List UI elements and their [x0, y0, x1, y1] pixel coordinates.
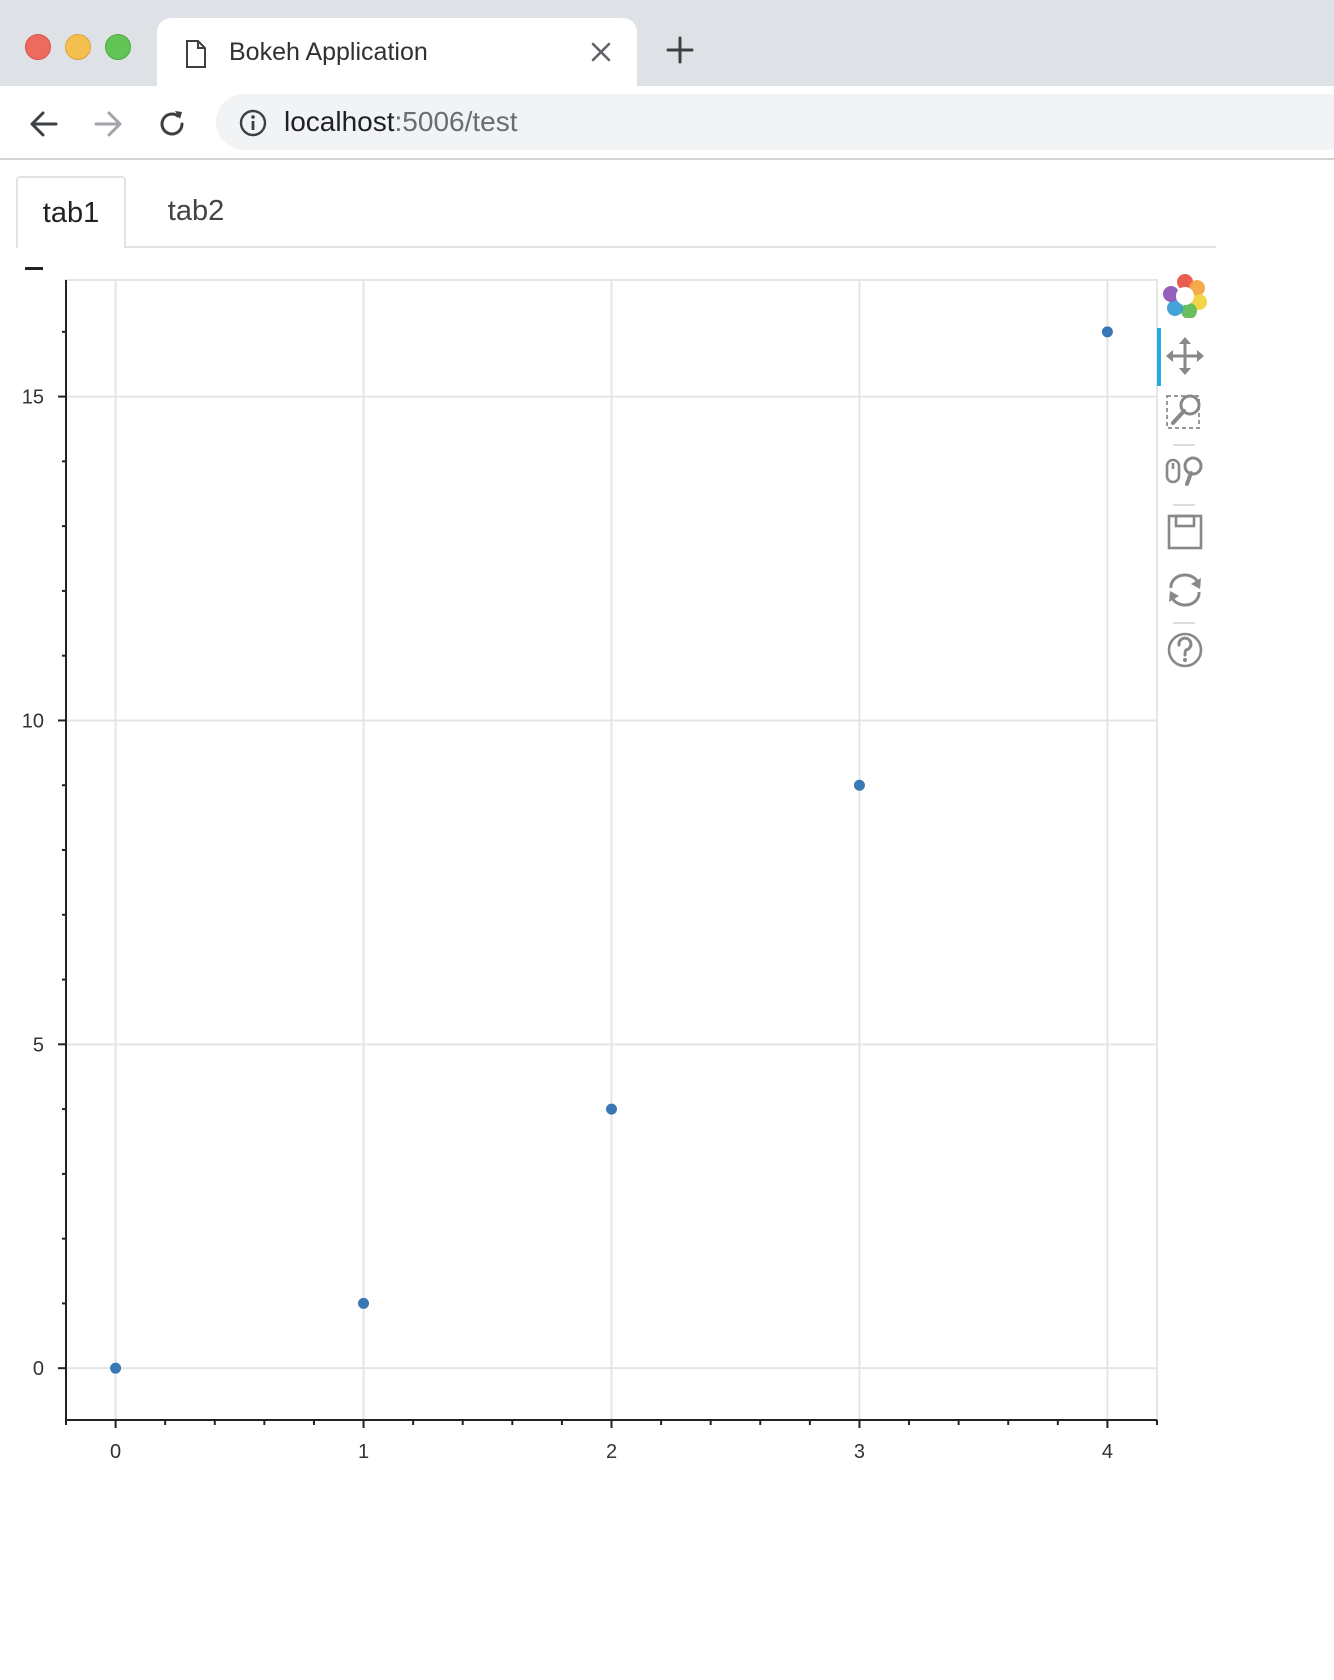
plot-axes: 0 5 10 15 0 1 2 3 4: [22, 280, 1158, 1463]
browser-title-bar: Bokeh Application: [0, 0, 1334, 88]
x-tick-label: 1: [358, 1441, 369, 1463]
x-tick-label: 4: [1102, 1441, 1113, 1463]
data-point: [853, 779, 865, 791]
scatter-plot[interactable]: 0 5 10 15 0 1 2 3 4: [0, 250, 1160, 1480]
save-icon: [1167, 514, 1203, 550]
y-tick-label: 5: [33, 1034, 44, 1056]
url-host: localhost: [284, 106, 395, 137]
bokeh-tab-bar: tab1 tab2: [16, 176, 1216, 248]
move-arrows-icon: [1166, 337, 1204, 375]
forward-arrow-icon[interactable]: [92, 108, 124, 140]
pan-tool-button[interactable]: [1163, 334, 1207, 378]
tab-title: Bokeh Application: [229, 38, 428, 66]
back-arrow-icon[interactable]: [28, 108, 60, 140]
document-icon: [186, 40, 206, 68]
clipped-title-fragment: [25, 267, 43, 270]
data-point: [358, 1297, 370, 1309]
tab-tab1[interactable]: tab1: [16, 176, 126, 248]
data-point: [606, 1103, 617, 1115]
wheel-zoom-icon: [1165, 456, 1203, 486]
bokeh-logo-icon: [1163, 274, 1207, 319]
toolbar-divider: [1173, 444, 1195, 446]
bokeh-logo[interactable]: [1163, 274, 1207, 319]
data-point: [110, 1362, 122, 1374]
help-icon: [1167, 632, 1203, 668]
y-tick-label: 10: [22, 710, 44, 732]
y-tick-label: 0: [33, 1358, 44, 1380]
plot-toolbar: [1157, 274, 1217, 714]
new-tab-icon[interactable]: [666, 36, 694, 64]
reload-icon[interactable]: [156, 108, 188, 140]
url-path: :5006/test: [394, 106, 518, 137]
plot-grid: [66, 280, 1157, 1420]
x-tick-label: 0: [110, 1441, 121, 1463]
url-text[interactable]: localhost:5006/test: [284, 106, 518, 138]
x-tick-label: 2: [606, 1441, 617, 1463]
info-icon[interactable]: [238, 108, 268, 138]
window-maximize-button[interactable]: [105, 34, 131, 60]
close-icon[interactable]: [589, 40, 613, 64]
help-tool-button[interactable]: [1163, 628, 1207, 672]
active-tool-indicator: [1157, 328, 1161, 386]
data-point: [1101, 326, 1113, 338]
window-close-button[interactable]: [25, 34, 51, 60]
save-tool-button[interactable]: [1163, 510, 1207, 554]
y-tick-label: 15: [22, 387, 44, 409]
reset-icon: [1169, 573, 1201, 607]
address-bar[interactable]: localhost:5006/test: [216, 94, 1334, 150]
reset-tool-button[interactable]: [1163, 568, 1207, 612]
box-zoom-tool-button[interactable]: [1163, 390, 1207, 434]
window-minimize-button[interactable]: [65, 34, 91, 60]
toolbar-divider: [1173, 622, 1195, 624]
toolbar-divider: [1173, 504, 1195, 506]
x-tick-label: 3: [854, 1441, 865, 1463]
box-zoom-icon: [1166, 394, 1201, 429]
browser-toolbar: localhost:5006/test: [0, 88, 1334, 160]
browser-tab[interactable]: Bokeh Application: [157, 18, 637, 88]
tab-tab2[interactable]: tab2: [141, 176, 251, 246]
wheel-zoom-tool-button[interactable]: [1163, 450, 1207, 494]
